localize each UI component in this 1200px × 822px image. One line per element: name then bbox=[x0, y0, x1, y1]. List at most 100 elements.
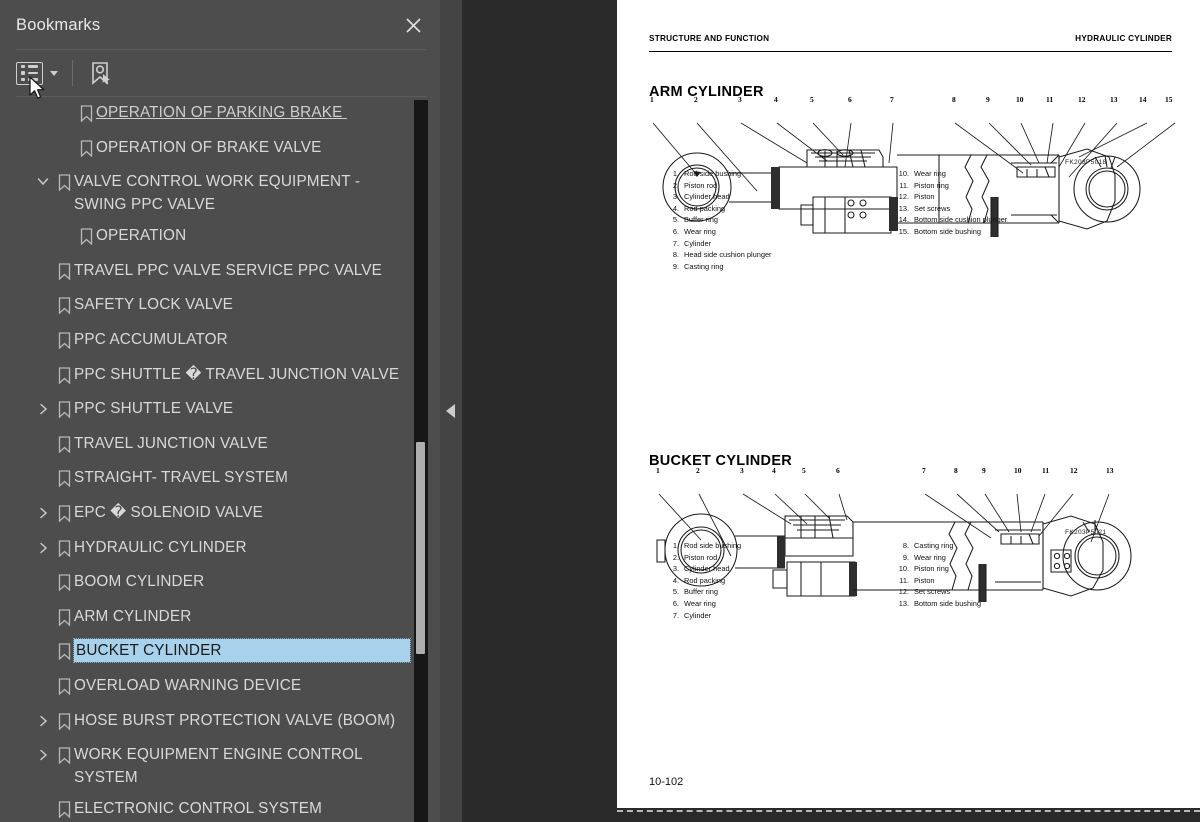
bookmark-item[interactable]: OPERATION OF BRAKE VALVE bbox=[0, 132, 440, 167]
bucket-figure-code: FK203P5021 bbox=[1065, 529, 1107, 536]
diagram-lead-number: 13 bbox=[1110, 95, 1118, 104]
part-name: Piston rod bbox=[684, 180, 718, 190]
close-icon[interactable] bbox=[400, 12, 426, 38]
arm-parts-list-left: 1. Rod side bushing 2. Piston rod 3. Cylinder… bbox=[667, 168, 772, 272]
bookmark-icon bbox=[54, 605, 74, 626]
scrollbar-thumb[interactable] bbox=[416, 442, 425, 654]
document-viewer[interactable]: STRUCTURE AND FUNCTION HYDRAULIC CYLINDE… bbox=[462, 0, 1200, 822]
bookmark-item[interactable]: HOSE BURST PROTECTION VALVE (BOOM) bbox=[0, 705, 440, 740]
section-title-bucket-cylinder: BUCKET CYLINDER bbox=[649, 453, 793, 469]
diagram-lead-number: 15 bbox=[1165, 95, 1173, 104]
part-name: Piston bbox=[914, 575, 935, 585]
collapse-left-arrow-icon[interactable] bbox=[446, 404, 455, 418]
diagram-lead-number: 13 bbox=[1106, 466, 1114, 475]
toggle-spacer bbox=[54, 101, 76, 107]
diagram-lead-number: 8 bbox=[952, 95, 956, 104]
chevron-right-icon[interactable] bbox=[32, 709, 54, 727]
part-name: Casting ring bbox=[914, 541, 954, 550]
toggle-spacer bbox=[32, 259, 54, 265]
parts-row: 3. Cylinder head bbox=[667, 563, 741, 575]
sidebar-scrollbar[interactable] bbox=[414, 100, 428, 822]
panel-divider[interactable] bbox=[440, 0, 462, 822]
part-number: 10. bbox=[898, 564, 909, 574]
bookmark-item[interactable]: OPERATION bbox=[0, 220, 440, 255]
sidebar-title: Bookmarks bbox=[16, 15, 101, 34]
bookmarks-list[interactable]: OPERATION OF PARKING BRAKE OPERATION OF … bbox=[0, 97, 440, 822]
part-number: 8. bbox=[902, 541, 909, 550]
part-number: 12. bbox=[898, 587, 909, 597]
bookmark-item[interactable]: PPC ACCUMULATOR bbox=[0, 324, 440, 359]
bookmark-label: ARM CYLINDER bbox=[74, 607, 192, 625]
bookmark-item[interactable]: HYDRAULIC CYLINDER bbox=[0, 532, 440, 567]
bookmark-icon bbox=[54, 743, 74, 765]
list-options-icon bbox=[16, 61, 43, 85]
bookmark-label: ELECTRONIC CONTROL SYSTEM bbox=[74, 800, 322, 818]
bookmark-item[interactable]: OPERATION OF PARKING BRAKE bbox=[0, 97, 440, 132]
bookmark-icon bbox=[54, 466, 74, 488]
chevron-right-icon[interactable] bbox=[32, 743, 54, 761]
bookmark-item[interactable]: VALVE CONTROL WORK EQUIPMENT - SWING PPC… bbox=[0, 166, 440, 220]
parts-row: 1. Rod side bushing bbox=[667, 168, 772, 180]
part-name: Casting ring bbox=[684, 261, 724, 271]
part-name: Buffer ring bbox=[684, 215, 718, 225]
part-number: 10. bbox=[898, 169, 909, 178]
bookmark-icon bbox=[54, 501, 74, 522]
part-number: 7. bbox=[672, 238, 679, 248]
diagram-lead-number: 3 bbox=[740, 466, 744, 475]
bookmark-item[interactable]: BUCKET CYLINDER bbox=[0, 635, 440, 670]
bookmark-label: WORK EQUIPMENT ENGINE CONTROL SYSTEM bbox=[74, 746, 367, 787]
bookmark-label: OVERLOAD WARNING DEVICE bbox=[74, 676, 302, 694]
bookmark-item[interactable]: BOOM CYLINDER bbox=[0, 566, 440, 601]
parts-row: 12. Set screws bbox=[897, 586, 981, 598]
bookmark-item[interactable]: SAFETY LOCK VALVE bbox=[0, 289, 440, 324]
part-name: Bottom side bushing bbox=[914, 226, 981, 236]
bookmark-label: HOSE BURST PROTECTION VALVE (BOOM) bbox=[74, 711, 396, 729]
bookmark-icon bbox=[54, 328, 74, 349]
part-number: 3. bbox=[672, 564, 679, 574]
bookmark-item[interactable]: TRAVEL JUNCTION VALVE bbox=[0, 428, 440, 463]
bookmark-item[interactable]: OVERLOAD WARNING DEVICE bbox=[0, 670, 440, 705]
chevron-right-icon[interactable] bbox=[32, 501, 54, 519]
parts-row: 9. Wear ring bbox=[897, 552, 981, 564]
parts-row: 8. Head side cushion plunger bbox=[667, 249, 772, 261]
parts-row: 10. Piston ring bbox=[897, 563, 981, 575]
parts-row: 13. Bottom side bushing bbox=[897, 598, 981, 610]
parts-row: 15. Bottom side bushing bbox=[897, 226, 1007, 238]
chevron-right-icon[interactable] bbox=[32, 536, 54, 554]
part-number: 15. bbox=[898, 226, 909, 236]
diagram-lead-number: 9 bbox=[986, 95, 990, 104]
bucket-parts-list-left: 1. Rod side bushing 2. Piston rod 3. Cylinder… bbox=[667, 540, 741, 621]
bookmark-icon bbox=[54, 639, 74, 661]
diagram-lead-number: 6 bbox=[848, 95, 852, 104]
diagram-lead-number: 7 bbox=[922, 466, 926, 475]
header-right-text: HYDRAULIC CYLINDER bbox=[1075, 34, 1172, 43]
bookmark-icon bbox=[76, 101, 96, 122]
bookmark-label: OPERATION OF PARKING BRAKE bbox=[96, 104, 347, 121]
new-bookmark-button[interactable] bbox=[87, 57, 113, 89]
bookmark-item[interactable]: EPC � SOLENOID VALVE bbox=[0, 497, 440, 532]
parts-row: 5. Buffer ring bbox=[667, 214, 772, 226]
part-number: 11. bbox=[899, 180, 909, 190]
chevron-right-icon[interactable] bbox=[32, 397, 54, 415]
part-name: Piston rod bbox=[684, 552, 718, 562]
bookmark-item[interactable]: PPC SHUTTLE � TRAVEL JUNCTION VALVE bbox=[0, 359, 440, 394]
diagram-lead-number: 11 bbox=[1046, 95, 1054, 104]
bookmark-item[interactable]: PPC SHUTTLE VALVE bbox=[0, 393, 440, 428]
bookmark-item[interactable]: STRAIGHT- TRAVEL SYSTEM bbox=[0, 462, 440, 497]
new-bookmark-icon bbox=[92, 62, 110, 85]
bookmark-item[interactable]: ELECTRONIC CONTROL SYSTEM bbox=[0, 793, 440, 822]
bookmark-item[interactable]: TRAVEL PPC VALVE SERVICE PPC VALVE bbox=[0, 255, 440, 290]
bookmark-item[interactable]: ARM CYLINDER bbox=[0, 601, 440, 636]
bookmark-icon bbox=[54, 674, 74, 695]
bookmark-item[interactable]: WORK EQUIPMENT ENGINE CONTROL SYSTEM bbox=[0, 739, 440, 793]
parts-row: 12. Piston bbox=[897, 191, 1007, 203]
chevron-down-icon[interactable] bbox=[32, 170, 54, 187]
bookmark-icon bbox=[54, 293, 74, 315]
bookmark-icon bbox=[54, 797, 74, 819]
section-title-arm-cylinder: ARM CYLINDER bbox=[649, 84, 764, 100]
part-name: Piston ring bbox=[914, 564, 949, 574]
bookmark-options-button[interactable] bbox=[16, 57, 58, 89]
bookmark-icon bbox=[54, 170, 74, 192]
toggle-spacer bbox=[32, 293, 54, 299]
parts-row: 4. Rod packing bbox=[667, 203, 772, 215]
